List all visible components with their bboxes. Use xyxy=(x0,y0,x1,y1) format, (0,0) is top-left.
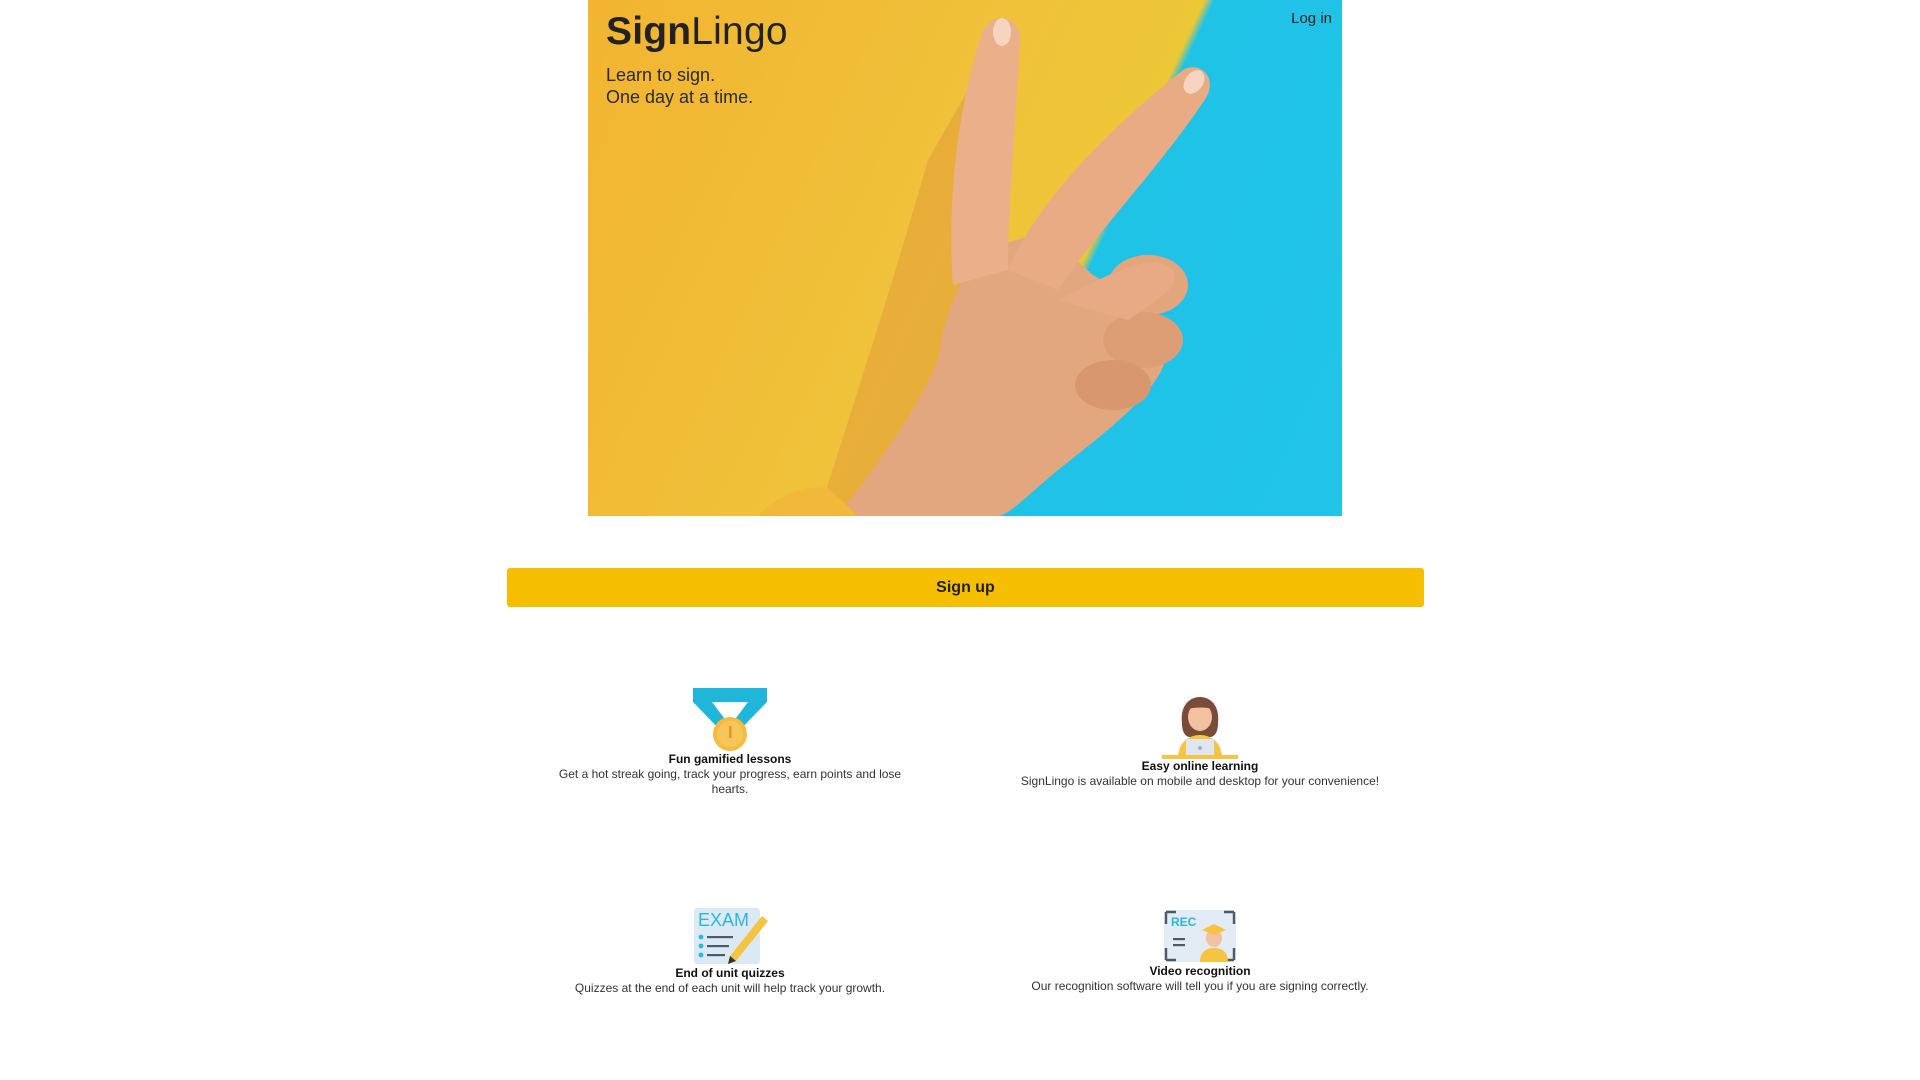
feature-gamified-lessons: Fun gamified lessons Get a hot streak go… xyxy=(540,688,920,797)
feature-title: Fun gamified lessons xyxy=(668,752,792,766)
page: SignLingo Learn to sign. One day at a ti… xyxy=(0,0,1920,1080)
feature-unit-quizzes: EXAM End of unit quizzes Quizzes at the … xyxy=(540,906,920,996)
feature-title: Video recognition xyxy=(1149,964,1251,978)
feature-description: SignLingo is available on mobile and des… xyxy=(1020,774,1380,788)
app-logo: SignLingo xyxy=(606,10,788,54)
feature-description: Get a hot streak going, track your progr… xyxy=(558,767,902,796)
feature-title: End of unit quizzes xyxy=(675,966,785,980)
svg-text:EXAM: EXAM xyxy=(698,910,749,930)
medal-icon xyxy=(693,688,767,751)
feature-online-learning: Easy online learning SignLingo is availa… xyxy=(1000,693,1400,789)
tagline-line-1: Learn to sign. xyxy=(606,65,716,85)
logo-regular-part: Lingo xyxy=(691,10,788,53)
feature-description: Our recognition software will tell you i… xyxy=(1031,979,1369,993)
tagline: Learn to sign. One day at a time. xyxy=(606,64,753,108)
feature-description: Quizzes at the end of each unit will hel… xyxy=(574,981,886,995)
login-link[interactable]: Log in xyxy=(1291,10,1332,27)
feature-video-recognition: REC Video recognition Our recognition so… xyxy=(1000,908,1400,994)
rec-label: REC xyxy=(1171,915,1197,929)
signup-button[interactable]: Sign up xyxy=(507,568,1424,607)
laptop-learner-icon xyxy=(1162,697,1238,759)
exam-icon: EXAM xyxy=(694,908,768,964)
logo-bold-part: Sign xyxy=(606,10,692,53)
feature-title: Easy online learning xyxy=(1141,759,1259,773)
hero-image: SignLingo Learn to sign. One day at a ti… xyxy=(588,0,1342,516)
video-recognition-icon: REC xyxy=(1164,910,1236,962)
tagline-line-2: One day at a time. xyxy=(606,87,754,107)
